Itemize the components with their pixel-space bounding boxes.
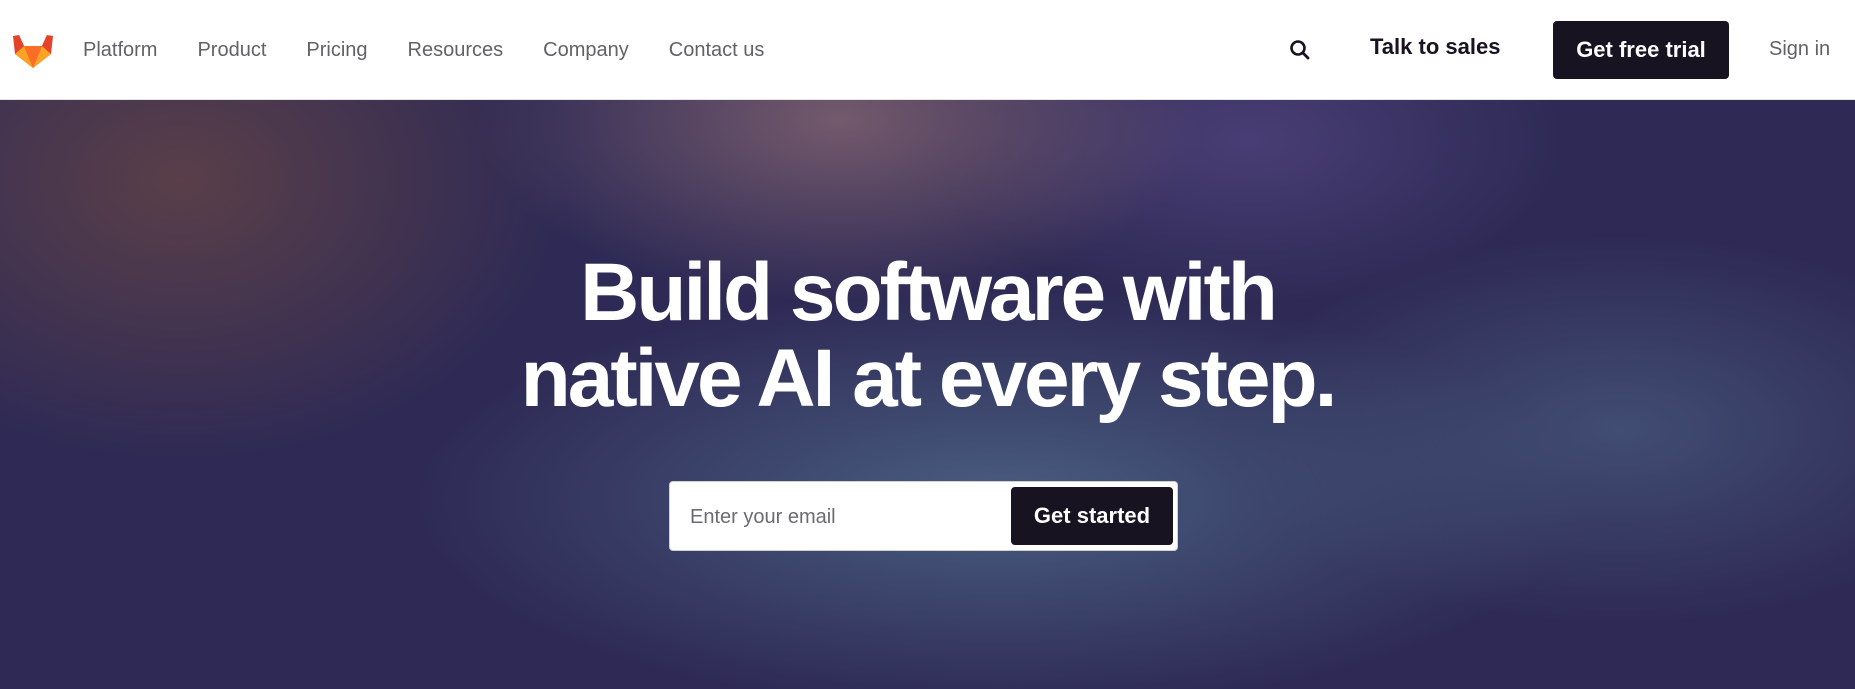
- search-icon[interactable]: [1288, 38, 1312, 62]
- get-started-button[interactable]: Get started: [1011, 487, 1173, 545]
- hero-headline-line-2: native AI at every step.: [520, 333, 1338, 424]
- nav-item-contact-us[interactable]: Contact us: [669, 39, 765, 62]
- nav-item-resources[interactable]: Resources: [408, 39, 504, 62]
- email-input[interactable]: [690, 496, 1000, 538]
- nav-item-company[interactable]: Company: [543, 39, 629, 62]
- site-header: Platform Product Pricing Resources Compa…: [0, 0, 1855, 100]
- nav-item-platform[interactable]: Platform: [83, 39, 157, 62]
- hero-headline: Build software with native AI at every s…: [0, 250, 1855, 422]
- talk-to-sales-link[interactable]: Talk to sales: [1370, 34, 1500, 60]
- get-free-trial-button[interactable]: Get free trial: [1553, 21, 1729, 79]
- email-signup-form: Get started: [669, 481, 1178, 551]
- nav-item-pricing[interactable]: Pricing: [306, 39, 367, 62]
- hero-section: Build software with native AI at every s…: [0, 100, 1855, 689]
- gitlab-logo-icon[interactable]: [12, 30, 54, 70]
- nav-item-product[interactable]: Product: [197, 39, 266, 62]
- sign-in-link[interactable]: Sign in: [1769, 38, 1830, 61]
- hero-headline-line-1: Build software with: [580, 247, 1278, 338]
- main-nav: Platform Product Pricing Resources Compa…: [83, 0, 804, 100]
